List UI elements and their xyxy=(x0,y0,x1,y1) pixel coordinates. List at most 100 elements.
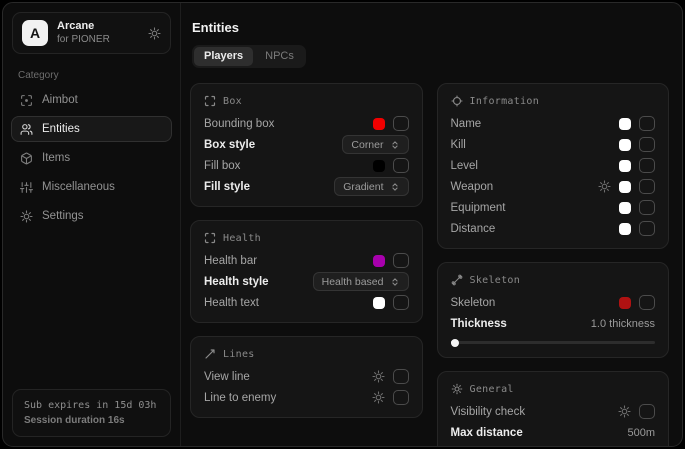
setting-value: 500m xyxy=(627,427,655,439)
general-slider[interactable] xyxy=(451,446,656,447)
app-window: A Arcane for PIONER Category AimbotEntit… xyxy=(2,2,683,447)
color-swatch[interactable] xyxy=(619,297,631,309)
tab-players[interactable]: Players xyxy=(194,47,253,66)
row-controls xyxy=(373,158,409,173)
unfold-icon xyxy=(390,140,400,150)
setting-row-level: Level xyxy=(451,155,656,176)
checkbox[interactable] xyxy=(639,116,655,131)
checkbox[interactable] xyxy=(639,404,655,419)
color-swatch[interactable] xyxy=(619,202,631,214)
main-content: Entities PlayersNPCs BoxBounding boxBox … xyxy=(181,3,682,446)
color-swatch[interactable] xyxy=(373,160,385,172)
card-title: Health xyxy=(223,233,261,244)
setting-label: Equipment xyxy=(451,202,620,214)
sub-expiry-text: Sub expires in 15d 03h xyxy=(24,398,159,413)
setting-label: Visibility check xyxy=(451,406,619,418)
sidebar-item-entities[interactable]: Entities xyxy=(11,116,172,142)
gear-icon[interactable] xyxy=(372,391,385,404)
checkbox[interactable] xyxy=(639,158,655,173)
page-title: Entities xyxy=(192,20,669,35)
corners-icon xyxy=(204,232,216,244)
sidebar-item-settings[interactable]: Settings xyxy=(11,203,172,229)
checkbox[interactable] xyxy=(639,221,655,236)
sidebar-item-miscellaneous[interactable]: Miscellaneous xyxy=(11,174,172,200)
tab-npcs[interactable]: NPCs xyxy=(255,47,304,66)
color-swatch[interactable] xyxy=(373,297,385,309)
items-package-icon xyxy=(20,152,33,165)
checkbox[interactable] xyxy=(393,369,409,384)
row-controls: 500m xyxy=(627,427,655,439)
row-controls xyxy=(373,116,409,131)
setting-label: Thickness xyxy=(451,318,591,330)
setting-row-equipment: Equipment xyxy=(451,197,656,218)
setting-row-distance: Distance xyxy=(451,218,656,239)
row-controls xyxy=(372,369,409,384)
row-controls xyxy=(619,158,655,173)
setting-label: Level xyxy=(451,160,620,172)
setting-row-health-text: Health text xyxy=(204,292,409,313)
setting-row-health-bar: Health bar xyxy=(204,250,409,271)
color-swatch[interactable] xyxy=(619,118,631,130)
sliders-icon xyxy=(20,181,33,194)
checkbox[interactable] xyxy=(639,179,655,194)
checkbox[interactable] xyxy=(393,116,409,131)
sidebar-item-label: Aimbot xyxy=(42,94,78,106)
setting-label: Name xyxy=(451,118,620,130)
gear-icon[interactable] xyxy=(372,370,385,383)
setting-row-view-line: View line xyxy=(204,366,409,387)
setting-label: Health text xyxy=(204,297,373,309)
setting-row-bounding-box: Bounding box xyxy=(204,113,409,134)
sidebar-item-label: Miscellaneous xyxy=(42,181,115,193)
entities-users-icon xyxy=(20,123,33,136)
card-title: Lines xyxy=(223,349,255,360)
checkbox[interactable] xyxy=(393,295,409,310)
checkbox[interactable] xyxy=(639,137,655,152)
card-header-skeleton: Skeleton xyxy=(451,274,656,286)
row-controls xyxy=(372,390,409,405)
color-swatch[interactable] xyxy=(619,223,631,235)
skeleton-slider[interactable] xyxy=(451,337,656,347)
row-controls: Gradient xyxy=(334,177,408,196)
checkbox[interactable] xyxy=(639,200,655,215)
row-controls: Health based xyxy=(313,272,409,291)
setting-row-fill-style: Fill styleGradient xyxy=(204,176,409,197)
card-box: BoxBounding boxBox styleCornerFill boxFi… xyxy=(190,83,423,207)
row-controls xyxy=(619,200,655,215)
row-controls xyxy=(619,116,655,131)
dropdown-value: Corner xyxy=(351,139,383,151)
checkbox[interactable] xyxy=(639,295,655,310)
sidebar-item-label: Items xyxy=(42,152,70,164)
card-skeleton: SkeletonSkeletonThickness1.0 thickness xyxy=(437,262,670,358)
row-controls xyxy=(618,404,655,419)
color-swatch[interactable] xyxy=(619,181,631,193)
gear-icon[interactable] xyxy=(598,180,611,193)
session-duration-text: Session duration 16s xyxy=(24,413,159,428)
card-header-lines: Lines xyxy=(204,348,409,360)
row-controls xyxy=(373,295,409,310)
sidebar: A Arcane for PIONER Category AimbotEntit… xyxy=(3,3,181,446)
color-swatch[interactable] xyxy=(373,255,385,267)
health-style-dropdown[interactable]: Health based xyxy=(313,272,409,291)
sun-gear-icon xyxy=(451,383,463,395)
checkbox[interactable] xyxy=(393,158,409,173)
card-columns: BoxBounding boxBox styleCornerFill boxFi… xyxy=(190,83,669,447)
gear-icon[interactable] xyxy=(618,405,631,418)
checkbox[interactable] xyxy=(393,253,409,268)
setting-row-line-to-enemy: Line to enemy xyxy=(204,387,409,408)
app-logo: A xyxy=(22,20,48,46)
color-swatch[interactable] xyxy=(373,118,385,130)
checkbox[interactable] xyxy=(393,390,409,405)
fill-style-dropdown[interactable]: Gradient xyxy=(334,177,408,196)
box-style-dropdown[interactable]: Corner xyxy=(342,135,408,154)
setting-label: View line xyxy=(204,371,372,383)
color-swatch[interactable] xyxy=(619,139,631,151)
card-information: InformationNameKillLevelWeaponEquipmentD… xyxy=(437,83,670,249)
brand-name: Arcane xyxy=(57,20,139,34)
slider-thumb[interactable] xyxy=(451,339,459,347)
sidebar-item-aimbot[interactable]: Aimbot xyxy=(11,87,172,113)
color-swatch[interactable] xyxy=(619,160,631,172)
setting-label: Weapon xyxy=(451,181,599,193)
gear-icon[interactable] xyxy=(148,27,161,40)
card-header-health: Health xyxy=(204,232,409,244)
sidebar-item-items[interactable]: Items xyxy=(11,145,172,171)
